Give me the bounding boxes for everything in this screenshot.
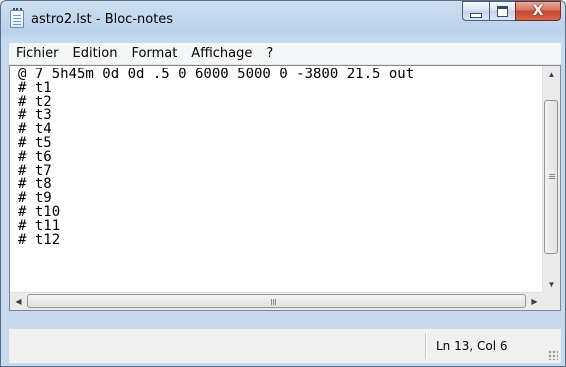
horizontal-scrollbar[interactable]: ◀ ▶	[10, 292, 543, 310]
menu-bar: Fichier Edition Format Affichage ?	[9, 43, 561, 65]
editor-text[interactable]: @ 7 5h45m 0d 0d .5 0 6000 5000 0 -3800 2…	[18, 68, 538, 304]
resize-grip-icon[interactable]	[548, 350, 558, 360]
text-line: @ 7 5h45m 0d 0d .5 0 6000 5000 0 -3800 2…	[18, 68, 415, 82]
scrollbar-corner	[542, 292, 560, 310]
menu-format[interactable]: Format	[124, 43, 184, 64]
text-line: # t12	[18, 231, 61, 248]
scroll-left-arrow-icon[interactable]: ◀	[10, 293, 27, 310]
vertical-scrollbar[interactable]: ▲ ▼	[542, 66, 560, 293]
maximize-icon	[497, 5, 508, 17]
close-button[interactable]: X	[515, 1, 561, 21]
menu-fichier[interactable]: Fichier	[9, 43, 66, 64]
menu-affichage[interactable]: Affichage	[184, 43, 259, 64]
minimize-icon	[470, 12, 482, 18]
close-icon: X	[532, 3, 544, 19]
title-bar[interactable]: astro2.lst - Bloc-notes X	[1, 1, 566, 37]
vertical-scroll-thumb[interactable]	[544, 100, 558, 254]
notepad-icon[interactable]	[10, 8, 24, 28]
scroll-down-arrow-icon[interactable]: ▼	[543, 276, 560, 293]
window-title: astro2.lst - Bloc-notes	[31, 12, 174, 27]
menu-help[interactable]: ?	[259, 43, 280, 64]
scroll-right-arrow-icon[interactable]: ▶	[526, 293, 543, 310]
status-divider	[425, 333, 427, 359]
caption-buttons: X	[462, 1, 561, 22]
status-bar: Ln 13, Col 6	[9, 328, 561, 363]
maximize-button[interactable]	[489, 1, 515, 21]
scroll-up-arrow-icon[interactable]: ▲	[543, 66, 560, 83]
horizontal-scroll-thumb[interactable]	[27, 294, 526, 308]
notepad-window: astro2.lst - Bloc-notes X Fichier Editio…	[0, 0, 566, 367]
minimize-button[interactable]	[462, 1, 489, 21]
menu-edition[interactable]: Edition	[66, 43, 125, 64]
text-editor[interactable]: @ 7 5h45m 0d 0d .5 0 6000 5000 0 -3800 2…	[9, 65, 561, 311]
cursor-position: Ln 13, Col 6	[436, 339, 508, 353]
